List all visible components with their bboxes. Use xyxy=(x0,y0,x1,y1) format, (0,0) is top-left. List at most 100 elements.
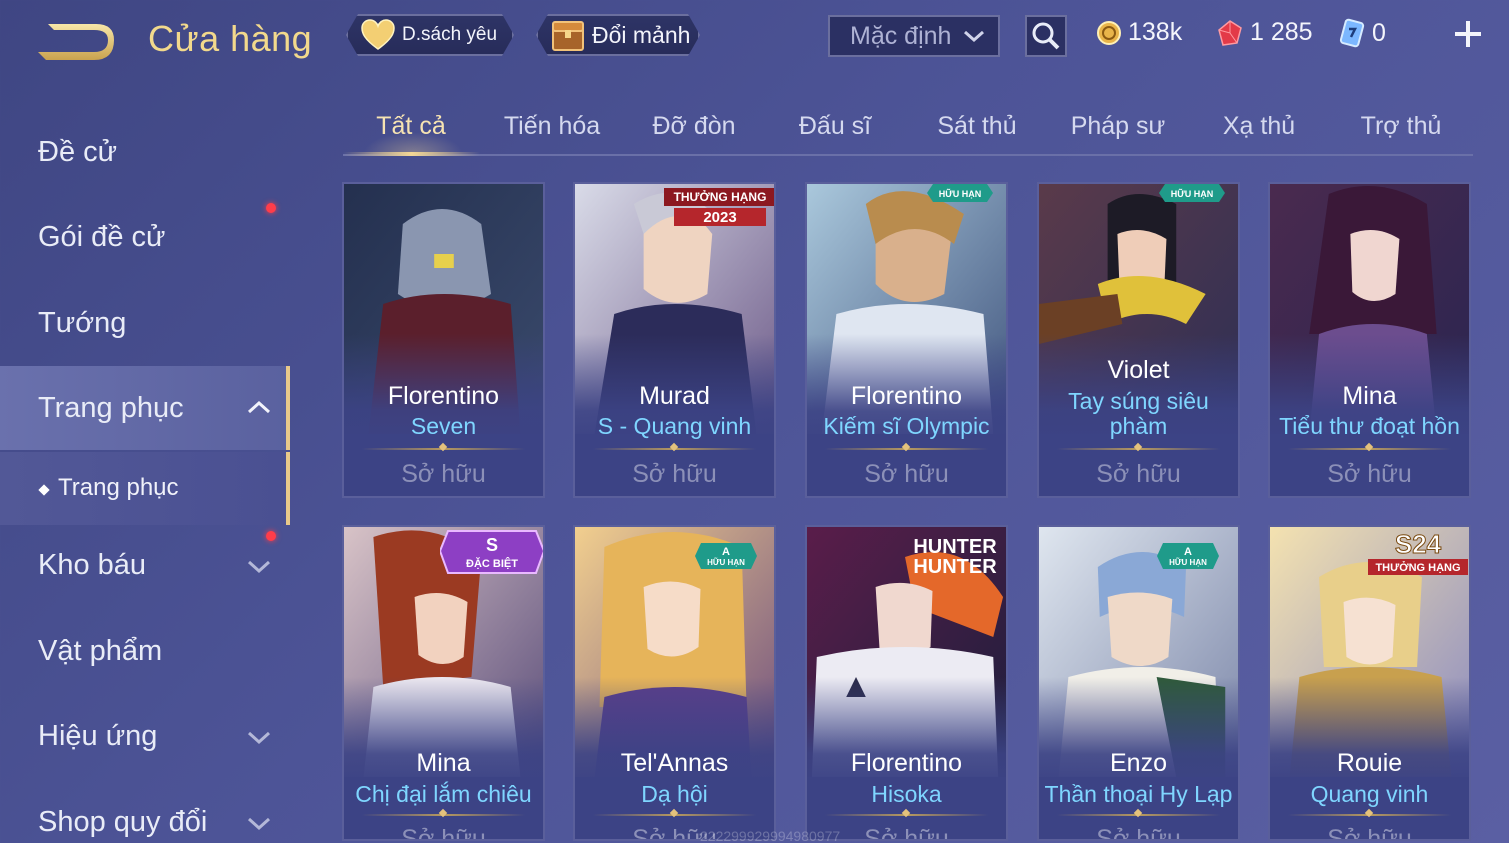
svg-text:HUNTER: HUNTER xyxy=(913,556,997,578)
notification-dot xyxy=(266,531,276,541)
sidebar-item-recommended-packs[interactable]: Gói đề cử xyxy=(0,201,288,271)
skin-card[interactable]: HỮU HẠN Violet Tay súng siêu phàm Sở hữu xyxy=(1037,182,1240,498)
hero-name: Florentino xyxy=(850,749,963,777)
card-divider xyxy=(825,448,988,450)
exchange-label: Đổi mảnh xyxy=(592,21,691,48)
notification-dot xyxy=(266,203,276,213)
owned-status: Sở hữu xyxy=(1096,460,1181,488)
card-divider xyxy=(593,814,756,816)
svg-text:THƯỞNG HẠNG: THƯỞNG HẠNG xyxy=(1375,561,1460,574)
search-button[interactable] xyxy=(1025,15,1067,57)
tab-tank[interactable]: Đỡ đòn xyxy=(626,112,762,141)
sidebar-item-items[interactable]: Vật phẩm xyxy=(0,615,288,685)
favorites-label: D.sách yêu xyxy=(402,24,498,45)
svg-text:ĐẶC BIỆT: ĐẶC BIỆT xyxy=(466,557,518,570)
sidebar-item-heroes[interactable]: Tướng xyxy=(0,287,288,357)
tab-evolution[interactable]: Tiến hóa xyxy=(484,112,620,141)
owned-status: Sở hữu xyxy=(632,460,717,488)
skin-card[interactable]: S ĐẶC BIỆT Mina Chị đại lắm chiêu Sở hữu xyxy=(342,525,545,841)
tab-support[interactable]: Trợ thủ xyxy=(1333,112,1469,141)
svg-text:A: A xyxy=(722,546,730,558)
sidebar-subitem-skins[interactable]: Trang phục xyxy=(0,452,290,525)
gold-currency: 138k xyxy=(1096,18,1182,47)
sidebar-subitem-label: Trang phục xyxy=(58,474,179,501)
gold-amount: 138k xyxy=(1128,18,1183,46)
hero-name: Violet xyxy=(1107,356,1170,384)
role-tabs: Tất cả Tiến hóa Đỡ đòn Đấu sĩ Sát thủ Ph… xyxy=(343,104,1473,156)
chevron-down-icon xyxy=(247,731,271,745)
sidebar-item-label: Gói đề cử xyxy=(38,221,166,253)
back-arrow-icon[interactable] xyxy=(34,22,116,62)
skin-card[interactable]: Mina Tiểu thư đoạt hồn Sở hữu xyxy=(1268,182,1471,498)
skin-card[interactable]: A HỮU HẠN Enzo Thần thoại Hy Lạp Sở hữu xyxy=(1037,525,1240,841)
voucher-amount: 0 xyxy=(1372,18,1386,47)
skin-card[interactable]: THƯỞNG HẠNG 2023 Murad S - Quang vinh Sở… xyxy=(573,182,776,498)
voucher-ticket-icon xyxy=(1339,18,1365,48)
owned-status: Sở hữu xyxy=(864,460,949,488)
svg-text:A: A xyxy=(1184,546,1192,558)
id-watermark: 222299929994980977 xyxy=(700,828,841,843)
sidebar-item-exchange-shop[interactable]: Shop quy đổi xyxy=(0,786,288,843)
chevron-down-icon xyxy=(247,560,271,574)
card-divider xyxy=(1288,448,1451,450)
svg-text:S: S xyxy=(486,535,498,555)
skin-card[interactable]: A HỮU HẠN Tel'Annas Dạ hội Sở hữu xyxy=(573,525,776,841)
sort-dropdown[interactable]: Mặc định xyxy=(828,15,1000,57)
sidebar-item-skins[interactable]: Trang phục xyxy=(0,366,290,450)
gem-amount: 1 285 xyxy=(1250,18,1313,46)
limited-a-badge: A HỮU HẠN xyxy=(695,543,757,569)
special-s-badge: S ĐẶC BIỆT xyxy=(440,530,543,574)
skin-name: S - Quang vinh xyxy=(597,413,752,439)
hero-name: Florentino xyxy=(387,382,500,410)
skin-card[interactable]: HỮU HẠN Florentino Kiếm sĩ Olympic Sở hữ… xyxy=(805,182,1008,498)
owned-status: Sở hữu xyxy=(1327,825,1412,841)
card-divider xyxy=(362,814,525,816)
limited-badge: HỮU HẠN xyxy=(927,184,993,202)
tab-assassin[interactable]: Sát thủ xyxy=(909,112,1045,141)
add-currency-plus-icon[interactable] xyxy=(1450,16,1486,52)
sidebar-item-label: Kho báu xyxy=(38,549,147,581)
sidebar: Đề cử Gói đề cử Tướng Trang phục Trang p… xyxy=(0,100,290,843)
ruby-gem-icon xyxy=(1218,19,1242,46)
skin-card[interactable]: HUNTER HUNTER Florentino Hisoka Sở hữu xyxy=(805,525,1008,841)
sidebar-item-effects[interactable]: Hiệu ứng xyxy=(0,700,288,770)
skin-card[interactable]: S24 THƯỞNG HẠNG Rouie Quang vinh Sở hữu xyxy=(1268,525,1471,841)
skin-name: Hisoka xyxy=(871,781,942,807)
chest-icon xyxy=(550,18,586,52)
tab-active-underline xyxy=(343,152,480,156)
sidebar-item-treasure[interactable]: Kho báu xyxy=(0,529,288,599)
owned-status: Sở hữu xyxy=(401,825,486,841)
exchange-shards-button[interactable]: Đổi mảnh xyxy=(536,14,700,56)
sidebar-item-recommended[interactable]: Đề cử xyxy=(0,116,288,186)
svg-text:THƯỞNG HẠNG: THƯỞNG HẠNG xyxy=(674,189,767,204)
skin-name: Seven xyxy=(410,413,477,439)
card-divider xyxy=(1057,448,1220,450)
tab-all[interactable]: Tất cả xyxy=(343,112,479,141)
season-rank-badge: S24 THƯỞNG HẠNG xyxy=(1368,529,1468,575)
owned-status: Sở hữu xyxy=(1327,460,1412,488)
voucher-currency: 0 xyxy=(1338,18,1386,48)
skin-name: Dạ hội xyxy=(641,781,708,807)
skin-name: Kiếm sĩ Olympic xyxy=(823,413,990,439)
chevron-up-icon xyxy=(247,400,271,414)
tab-mage[interactable]: Pháp sư xyxy=(1050,112,1186,141)
owned-status: Sở hữu xyxy=(1096,825,1181,841)
tab-fighter[interactable]: Đấu sĩ xyxy=(767,112,903,141)
sidebar-item-label: Đề cử xyxy=(38,136,118,168)
tab-marksman[interactable]: Xạ thủ xyxy=(1191,112,1327,141)
hero-name: Enzo xyxy=(1110,749,1167,777)
card-divider xyxy=(593,448,756,450)
hero-name: Rouie xyxy=(1336,749,1403,777)
skin-card[interactable]: Florentino Seven Sở hữu xyxy=(342,182,545,498)
search-icon xyxy=(1032,22,1060,50)
skin-name: Tay súng siêu phàm xyxy=(1068,388,1209,439)
top-bar: Cửa hàng D.sách yêu Đổi mảnh Mặc định 13… xyxy=(0,0,1509,80)
rank-reward-badge: THƯỞNG HẠNG 2023 xyxy=(664,188,774,226)
svg-text:HỮU HẠN: HỮU HẠN xyxy=(707,558,745,567)
skin-grid: Florentino Seven Sở hữu THƯỞNG HẠNG 2023… xyxy=(342,182,1473,843)
skin-name: Thần thoại Hy Lạp xyxy=(1044,781,1233,807)
hunter-badge: HUNTER HUNTER xyxy=(913,536,997,578)
card-divider xyxy=(825,814,988,816)
favorites-button[interactable]: D.sách yêu xyxy=(346,14,514,56)
sidebar-item-label: Hiệu ứng xyxy=(38,720,158,752)
